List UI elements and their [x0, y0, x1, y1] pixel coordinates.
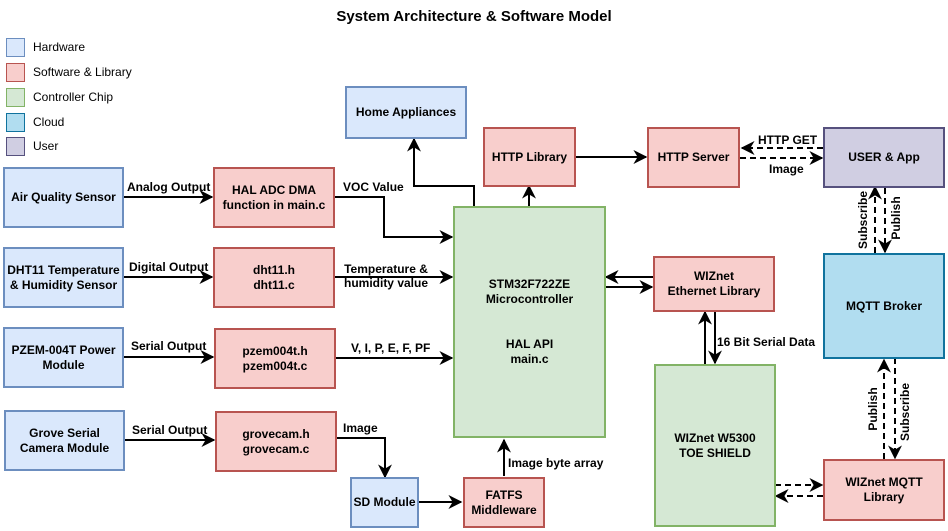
node-home-appliances[interactable]: Home Appliances — [345, 86, 467, 139]
node-fatfs[interactable]: FATFS Middleware — [463, 477, 545, 528]
edge-label-analog-output: Analog Output — [127, 180, 211, 194]
node-pzem-lib[interactable]: pzem004t.h pzem004t.c — [214, 328, 336, 389]
node-mqtt-broker[interactable]: MQTT Broker — [823, 253, 945, 359]
node-http-library[interactable]: HTTP Library — [483, 127, 576, 187]
edge-label-image-to-user: Image — [769, 162, 804, 176]
node-mcu[interactable]: STM32F722ZE Microcontroller HAL API main… — [453, 206, 606, 438]
node-air-quality-sensor[interactable]: Air Quality Sensor — [3, 167, 124, 228]
node-dht11-sensor[interactable]: DHT11 Temperature & Humidity Sensor — [3, 247, 124, 308]
edge-label-digital-output: Digital Output — [129, 260, 209, 274]
node-dht11-lib[interactable]: dht11.h dht11.c — [213, 247, 335, 308]
edge-label-serial-output-pzem: Serial Output — [131, 339, 207, 353]
edge-adc-to-mcu — [334, 196, 454, 244]
node-user-app[interactable]: USER & App — [823, 127, 945, 188]
edge-label-http-get: HTTP GET — [758, 133, 818, 147]
node-wiznet-ethernet-lib[interactable]: WIZnet Ethernet Library — [653, 256, 775, 312]
edge-label-serial-data: 16 Bit Serial Data — [717, 335, 816, 349]
edge-mcu-to-home — [407, 137, 475, 206]
edge-label-mqtt-subscribe: Subscribe — [898, 382, 912, 442]
edge-label-voc-value: VOC Value — [343, 180, 404, 194]
edge-cam-to-sd — [336, 437, 392, 479]
node-wiznet-mqtt-lib[interactable]: WIZnet MQTT Library — [823, 459, 945, 521]
edge-label-power-values: V, I, P, E, F, PF — [351, 341, 431, 355]
edge-label-user-publish: Publish — [889, 196, 903, 240]
node-wiznet-shield[interactable]: WIZnet W5300 TOE SHIELD — [654, 364, 776, 527]
edge-label-image-to-sd: Image — [343, 421, 378, 435]
node-grovecam-lib[interactable]: grovecam.h grovecam.c — [215, 411, 337, 472]
edge-label-user-subscribe: Subscribe — [856, 190, 870, 250]
node-hal-adc[interactable]: HAL ADC DMA function in main.c — [213, 167, 335, 228]
edge-label-image-byte-array: Image byte array — [508, 456, 604, 470]
edge-label-mqtt-publish: Publish — [866, 387, 880, 431]
edge-label-serial-output-cam: Serial Output — [132, 423, 208, 437]
node-sd-module[interactable]: SD Module — [350, 477, 419, 528]
node-http-server[interactable]: HTTP Server — [647, 127, 740, 188]
edge-label-temp-humidity: Temperature & humidity value — [343, 262, 429, 290]
node-pzem-module[interactable]: PZEM-004T Power Module — [3, 327, 124, 388]
node-grove-camera[interactable]: Grove Serial Camera Module — [4, 410, 125, 471]
